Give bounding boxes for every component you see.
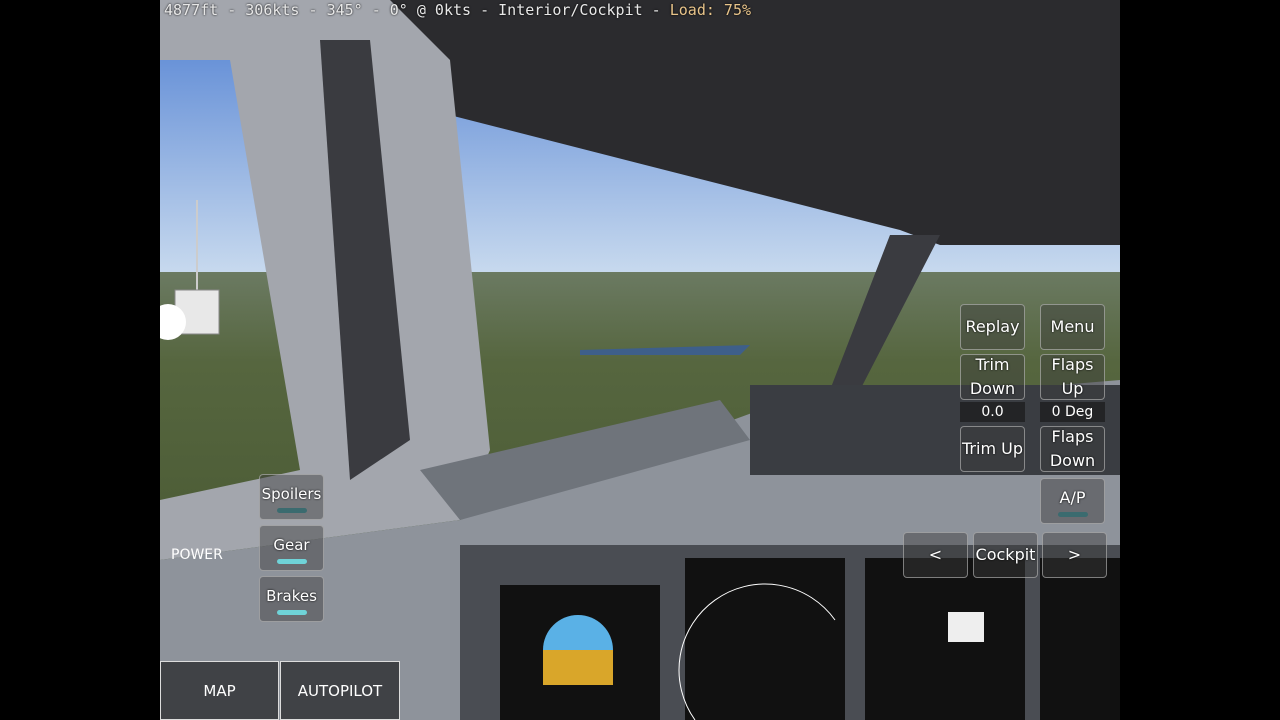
autopilot-panel-label: AUTOPILOT	[297, 681, 383, 700]
flaps-down-label: Down	[1049, 451, 1096, 470]
gear-indicator	[276, 558, 307, 564]
autopilot-panel-button[interactable]: AUTOPILOT	[280, 661, 400, 720]
status-bar: 4877ft - 306kts - 345° - 0° @ 0kts - Int…	[164, 1, 751, 19]
replay-button[interactable]: Replay	[960, 304, 1025, 350]
heading-readout: 345°	[326, 1, 363, 19]
trim-up-button[interactable]: Trim Up	[960, 426, 1025, 472]
trim-value: 0.0	[960, 402, 1025, 422]
flaps-up-label: Flaps	[1051, 355, 1094, 374]
map-label: MAP	[203, 681, 236, 700]
autopilot-label: A/P	[1059, 487, 1086, 507]
next-view-label: >	[1067, 545, 1082, 564]
separator: -	[299, 1, 327, 19]
flaps-up-button[interactable]: Flaps Up	[1040, 354, 1105, 400]
view-readout: Interior/Cockpit	[498, 1, 643, 19]
separator: -	[218, 1, 246, 19]
trim-up-label: Trim Up	[962, 439, 1023, 458]
replay-label: Replay	[965, 317, 1020, 336]
autopilot-toggle[interactable]: A/P	[1040, 478, 1105, 524]
trim-down-label: Trim	[975, 355, 1010, 374]
flaps-down-label: Flaps	[1051, 427, 1094, 446]
speed-readout: 306kts	[245, 1, 300, 19]
gear-label: Gear	[273, 535, 310, 554]
brakes-indicator	[276, 609, 307, 615]
separator: -	[362, 1, 390, 19]
next-view-button[interactable]: >	[1042, 532, 1107, 578]
brakes-toggle[interactable]: Brakes	[259, 576, 324, 622]
prev-view-button[interactable]: <	[903, 532, 968, 578]
spoilers-indicator	[276, 507, 307, 513]
flaps-up-label: Up	[1061, 379, 1084, 398]
flaps-down-button[interactable]: Flaps Down	[1040, 426, 1105, 472]
spoilers-toggle[interactable]: Spoilers	[259, 474, 324, 520]
power-label: POWER	[171, 547, 223, 563]
menu-label: Menu	[1050, 317, 1095, 336]
map-button[interactable]: MAP	[160, 661, 279, 720]
autopilot-indicator	[1057, 511, 1088, 517]
separator: -	[471, 1, 499, 19]
brakes-label: Brakes	[266, 586, 317, 605]
menu-button[interactable]: Menu	[1040, 304, 1105, 350]
trim-down-button[interactable]: Trim Down	[960, 354, 1025, 400]
separator: -	[642, 1, 670, 19]
trim-down-label: Down	[969, 379, 1016, 398]
spoilers-label: Spoilers	[261, 484, 322, 503]
game-viewport[interactable]: 4877ft - 306kts - 345° - 0° @ 0kts - Int…	[160, 0, 1120, 720]
load-readout: Load: 75%	[669, 1, 752, 19]
view-name-label: Cockpit	[975, 545, 1036, 564]
prev-view-label: <	[928, 545, 943, 564]
gear-toggle[interactable]: Gear	[259, 525, 324, 571]
flaps-value: 0 Deg	[1040, 402, 1105, 422]
altitude-readout: 4877ft	[164, 1, 219, 19]
wind-readout: 0° @ 0kts	[389, 1, 472, 19]
view-name-button[interactable]: Cockpit	[973, 532, 1038, 578]
